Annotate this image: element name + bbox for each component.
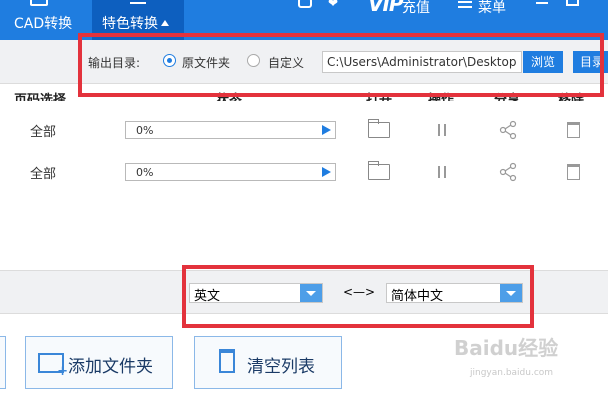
pause-icon[interactable] bbox=[438, 124, 446, 136]
menu-label[interactable]: 菜单 bbox=[478, 0, 506, 17]
cad-icon bbox=[30, 0, 48, 6]
add-file-button[interactable] bbox=[0, 336, 6, 389]
trash-icon bbox=[219, 349, 235, 373]
menu-icon[interactable] bbox=[458, 0, 472, 8]
play-icon[interactable] bbox=[322, 167, 331, 177]
user-icon[interactable] bbox=[298, 0, 312, 8]
watermark-url: jingyan.baidu.com bbox=[470, 368, 554, 378]
progress-percent: 0% bbox=[136, 124, 154, 137]
folder-open-icon[interactable] bbox=[368, 119, 390, 138]
play-icon[interactable] bbox=[322, 125, 331, 135]
heart-icon[interactable]: ❤ bbox=[328, 0, 338, 10]
vip-recharge-label[interactable]: 充值 bbox=[402, 0, 430, 17]
progress-bar: 0% bbox=[125, 121, 336, 139]
highlight-box-output bbox=[78, 33, 604, 97]
trash-icon[interactable] bbox=[567, 164, 580, 180]
vip-badge[interactable]: VIP bbox=[368, 0, 404, 16]
share-icon[interactable] bbox=[498, 162, 518, 182]
tab-cad-label: CAD转换 bbox=[14, 16, 73, 32]
table-row: 全部 0% bbox=[0, 110, 608, 150]
pause-icon[interactable] bbox=[438, 166, 446, 178]
minimize-icon[interactable] bbox=[536, 2, 548, 4]
maximize-icon[interactable] bbox=[566, 0, 579, 6]
col-page-select: 页码选择 bbox=[14, 93, 67, 101]
tab-special-label: 特色转换 bbox=[102, 16, 158, 32]
add-folder-label: 添加文件夹 bbox=[68, 357, 153, 377]
page-select[interactable]: 全部 bbox=[30, 121, 56, 140]
highlight-box-language bbox=[182, 265, 534, 328]
convert-icon bbox=[130, 0, 146, 4]
page-select[interactable]: 全部 bbox=[30, 163, 56, 182]
table-row: 全部 0% bbox=[0, 152, 608, 192]
trash-icon[interactable] bbox=[567, 122, 580, 138]
caret-up-icon bbox=[161, 20, 169, 26]
folder-plus-icon bbox=[38, 353, 68, 379]
clear-list-button[interactable]: 清空列表 bbox=[194, 336, 342, 389]
folder-open-icon[interactable] bbox=[368, 161, 390, 180]
progress-percent: 0% bbox=[136, 166, 154, 179]
clear-list-label: 清空列表 bbox=[247, 357, 315, 377]
share-icon[interactable] bbox=[498, 120, 518, 140]
add-folder-button[interactable]: 添加文件夹 bbox=[25, 336, 173, 389]
progress-bar: 0% bbox=[125, 163, 336, 181]
watermark-logo: Baidu经验 bbox=[454, 336, 559, 360]
